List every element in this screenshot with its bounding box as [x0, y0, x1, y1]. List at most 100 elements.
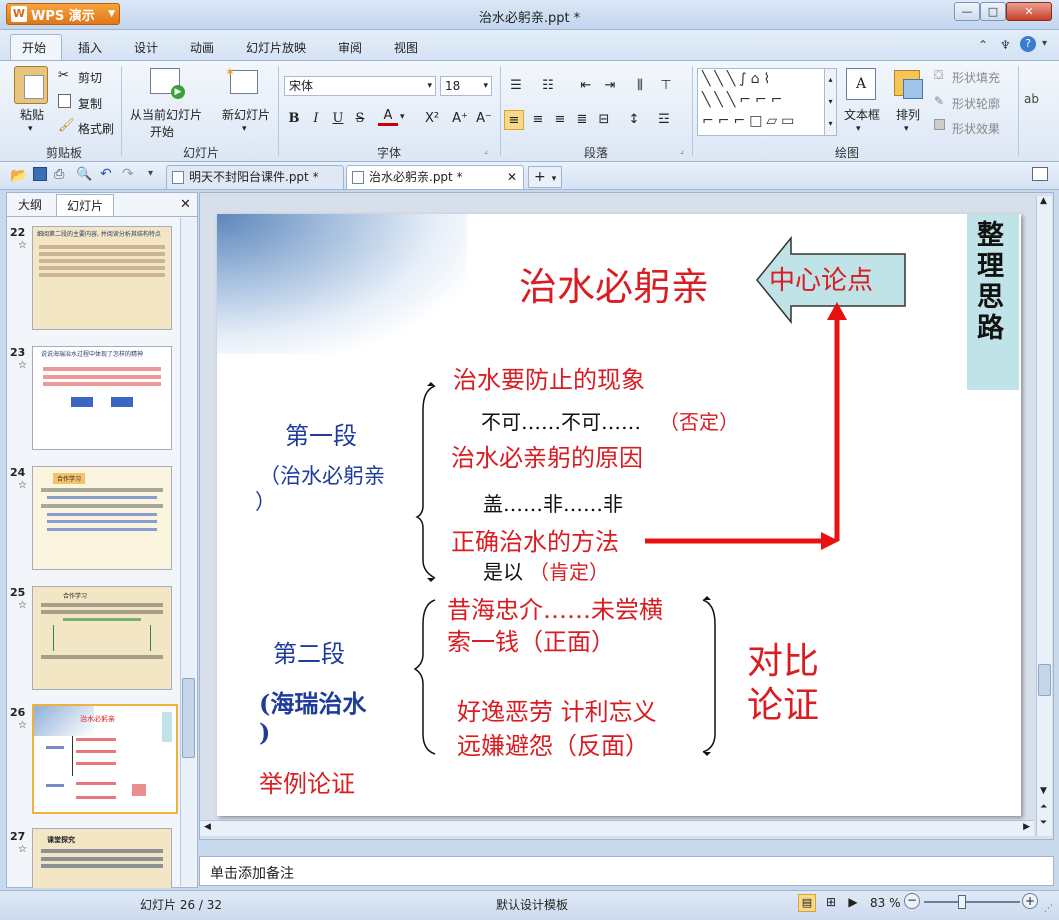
slideshow-view-icon[interactable]: ▶	[844, 894, 862, 912]
slide-thumb-25[interactable]: 合作学习	[32, 586, 172, 690]
resize-grip-icon[interactable]: ⋰	[1044, 904, 1053, 914]
format-painter-button[interactable]: 格式刷	[78, 120, 114, 137]
scroll-left-icon[interactable]: ◀	[204, 822, 211, 832]
tab-view[interactable]: 视图	[394, 39, 418, 56]
window-layout-icon[interactable]	[1032, 167, 1048, 181]
distribute-icon[interactable]: ⊟	[594, 110, 614, 130]
slide-canvas[interactable]: 整理思路 治水必躬亲 中心论点 第一段 （治水必躬亲 ） 治水要防止的现象 不可…	[217, 214, 1021, 816]
doc-tab-1[interactable]: 明天不封阳台课件.ppt *	[166, 165, 344, 189]
shrink-font-button[interactable]: A⁻	[474, 109, 494, 129]
customize-qat-icon[interactable]: ▾	[148, 168, 153, 179]
maximize-button[interactable]: □	[980, 2, 1006, 21]
normal-view-icon[interactable]: ▤	[798, 894, 816, 912]
open-folder-icon[interactable]: 📂	[10, 168, 27, 184]
paste-icon[interactable]	[14, 66, 48, 104]
collapse-ribbon-icon[interactable]: ⌃	[978, 38, 988, 52]
chevron-down-icon[interactable]: ▾	[856, 124, 861, 134]
paragraph-spacing-icon[interactable]: ☲	[654, 110, 674, 130]
slide-scrollbar[interactable]: ▲ ▼ ⏶ ⏷	[1036, 196, 1052, 836]
undo-icon[interactable]: ↶	[100, 166, 112, 182]
new-slide-icon[interactable]: ✶	[225, 65, 258, 94]
bold-button[interactable]: B	[284, 109, 304, 129]
underline-button[interactable]: U	[328, 109, 348, 129]
numbering-icon[interactable]: ☷	[538, 76, 558, 96]
tab-design[interactable]: 设计	[134, 39, 158, 56]
zoom-slider[interactable]	[924, 901, 1020, 903]
scroll-up-icon[interactable]: ▲	[1040, 196, 1047, 206]
scroll-thumb[interactable]	[182, 678, 195, 758]
play-from-current-icon[interactable]: ▶	[150, 68, 185, 99]
align-text-icon[interactable]: ⊤	[656, 76, 676, 96]
slide-thumb-26[interactable]: 治水必躬亲	[32, 704, 178, 814]
print-icon[interactable]: ⎙	[54, 167, 64, 182]
close-button[interactable]: ✕	[1006, 2, 1052, 21]
tab-slideshow[interactable]: 幻灯片放映	[246, 39, 306, 56]
zoom-out-button[interactable]: −	[904, 893, 920, 909]
play-from-current-button[interactable]: 从当前幻灯片	[130, 106, 202, 123]
print-preview-icon[interactable]: 🔍	[76, 167, 92, 182]
slide-thumb-23[interactable]: 说说海瑞治水过程中体现了怎样的精神	[32, 346, 172, 450]
align-right-icon[interactable]: ≡	[550, 110, 570, 130]
grow-font-button[interactable]: A⁺	[450, 109, 470, 129]
align-center-icon[interactable]: ≡	[528, 110, 548, 130]
help-dropdown-icon[interactable]: ▾	[1042, 38, 1047, 49]
dialog-launcher-icon[interactable]: ⌟	[680, 146, 684, 155]
tab-insert[interactable]: 插入	[78, 39, 102, 56]
scroll-down-icon[interactable]: ▼	[1040, 786, 1047, 796]
redo-icon[interactable]: ↷	[122, 166, 134, 182]
slide-thumb-27[interactable]: 课堂探究	[32, 828, 172, 888]
new-slide-dropdown-icon[interactable]: ▾	[242, 124, 247, 134]
italic-button[interactable]: I	[306, 109, 326, 129]
chevron-down-icon[interactable]: ▾	[904, 124, 909, 134]
tab-home[interactable]: 开始	[22, 39, 46, 56]
paste-dropdown-icon[interactable]: ▾	[28, 124, 33, 134]
decrease-indent-icon[interactable]: ⇤	[576, 76, 596, 96]
new-tab-button[interactable]: + ▾	[528, 166, 562, 188]
zoom-in-button[interactable]: +	[1022, 893, 1038, 909]
shape-outline-button[interactable]: 形状轮廓	[952, 95, 1000, 112]
close-pane-icon[interactable]: ✕	[180, 197, 191, 212]
tab-review[interactable]: 审阅	[338, 39, 362, 56]
prev-slide-icon[interactable]: ⏶	[1040, 802, 1047, 812]
scroll-right-icon[interactable]: ▶	[1023, 822, 1030, 832]
slide-thumb-24[interactable]: 合作学习	[32, 466, 172, 570]
bullets-icon[interactable]: ☰	[506, 76, 526, 96]
notes-area[interactable]: 单击添加备注	[199, 856, 1054, 886]
align-left-icon[interactable]: ≡	[504, 110, 524, 130]
help-icon[interactable]: ?	[1020, 36, 1036, 52]
strikethrough-button[interactable]: S	[350, 109, 370, 129]
scroll-thumb[interactable]	[1038, 664, 1051, 696]
font-name-combo[interactable]: 宋体 ▾	[284, 76, 436, 96]
tab-slides[interactable]: 幻灯片	[56, 194, 115, 216]
zoom-slider-thumb[interactable]	[958, 895, 966, 909]
line-spacing-icon[interactable]: ↕	[624, 110, 644, 130]
horizontal-scrollbar[interactable]: ◀ ▶	[200, 820, 1034, 836]
justify-icon[interactable]: ≣	[572, 110, 592, 130]
arrange-icon[interactable]	[894, 70, 923, 99]
close-tab-icon[interactable]: ✕	[507, 166, 517, 188]
tab-animation[interactable]: 动画	[190, 39, 214, 56]
new-slide-button[interactable]: 新幻灯片	[222, 106, 270, 123]
save-icon[interactable]	[33, 167, 47, 181]
tab-outline[interactable]: 大纲	[8, 194, 52, 216]
chevron-down-icon[interactable]: ▾	[400, 112, 405, 122]
font-color-button[interactable]: A	[378, 108, 398, 126]
shapes-gallery[interactable]: ╲╲╲∫⌂⌇ ╲╲╲⌐⌐⌐ ⌐⌐⌐□▱▭ ▴ ▾ ▾	[697, 68, 837, 136]
slide-thumb-22[interactable]: 细阅第二段的主要内容, 并阅读分析其结构特点	[32, 226, 172, 330]
cut-button[interactable]: 剪切	[78, 69, 102, 86]
shape-effect-button[interactable]: 形状效果	[952, 120, 1000, 137]
doc-tab-2[interactable]: 治水必躬亲.ppt * ✕	[346, 165, 524, 189]
increase-indent-icon[interactable]: ⇥	[600, 76, 620, 96]
play-from-current-label2[interactable]: 开始	[150, 123, 174, 140]
minimize-button[interactable]: —	[954, 2, 980, 21]
text-direction-icon[interactable]: ⫼	[630, 76, 650, 96]
dialog-launcher-icon[interactable]: ⌟	[484, 146, 488, 155]
paste-button[interactable]: 粘贴	[20, 106, 44, 123]
textbox-icon[interactable]: A	[846, 68, 876, 100]
next-slide-icon[interactable]: ⏷	[1040, 818, 1047, 828]
shape-fill-button[interactable]: 形状填充	[952, 69, 1000, 86]
arrange-button[interactable]: 排列	[896, 106, 920, 123]
textbox-button[interactable]: 文本框	[844, 106, 880, 123]
font-size-combo[interactable]: 18 ▾	[440, 76, 492, 96]
slide-sorter-icon[interactable]: ⊞	[822, 894, 840, 912]
